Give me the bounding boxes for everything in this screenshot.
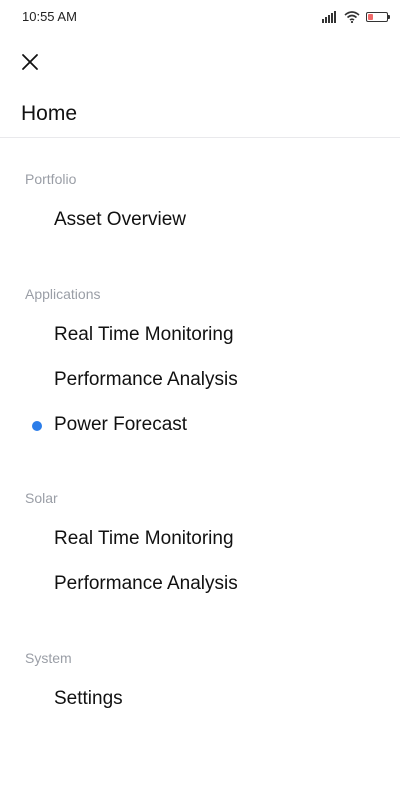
wifi-icon (344, 11, 360, 23)
close-icon (22, 54, 38, 70)
header-divider (0, 137, 400, 138)
home-link[interactable]: Home (21, 102, 77, 126)
status-time: 10:55 AM (22, 9, 77, 24)
battery-icon (366, 12, 390, 22)
status-icons (322, 9, 390, 25)
menu-item-applications-performance-analysis[interactable]: Performance Analysis (0, 361, 400, 401)
section-title-applications: Applications (25, 286, 101, 302)
menu-item-label: Power Forecast (54, 414, 188, 435)
section-title-system: System (25, 650, 72, 666)
battery-level-fill (368, 14, 373, 20)
close-button[interactable] (14, 46, 46, 78)
menu-item-label: Real Time Monitoring (54, 324, 234, 345)
menu-item-label: Asset Overview (54, 209, 186, 230)
menu-item-applications-real-time-monitoring[interactable]: Real Time Monitoring (0, 316, 400, 356)
menu-item-asset-overview[interactable]: Asset Overview (0, 201, 400, 241)
menu-item-label: Settings (54, 688, 123, 709)
section-title-portfolio: Portfolio (25, 171, 77, 187)
menu-item-solar-real-time-monitoring[interactable]: Real Time Monitoring (0, 520, 400, 560)
menu-item-label: Performance Analysis (54, 369, 238, 390)
status-bar: 10:55 AM (0, 0, 400, 32)
menu-item-label: Real Time Monitoring (54, 528, 234, 549)
signal-icon (322, 11, 336, 23)
menu-item-settings[interactable]: Settings (0, 680, 400, 720)
navigation-drawer-page: 10:55 AM Home Portfolio Asset Overview A… (0, 0, 400, 800)
menu-item-label: Performance Analysis (54, 573, 238, 594)
section-title-solar: Solar (25, 490, 58, 506)
active-indicator-dot (32, 421, 42, 431)
menu-item-solar-performance-analysis[interactable]: Performance Analysis (0, 565, 400, 605)
menu-item-power-forecast[interactable]: Power Forecast (0, 406, 400, 446)
